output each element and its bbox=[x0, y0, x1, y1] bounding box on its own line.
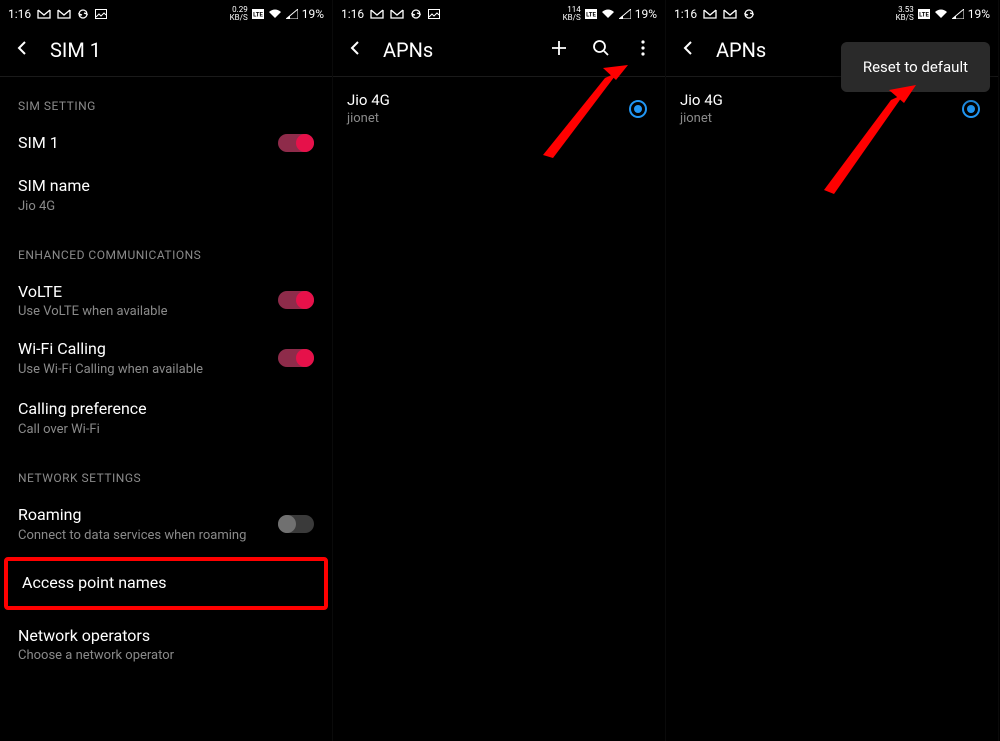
wifi-icon bbox=[268, 9, 282, 19]
volte-row[interactable]: VoLTE Use VoLTE when available bbox=[0, 272, 332, 330]
status-bar: 1:16 114KB/S LTE 19% bbox=[333, 0, 665, 24]
roaming-toggle[interactable] bbox=[278, 515, 314, 533]
back-icon[interactable] bbox=[678, 38, 698, 62]
gmail-icon bbox=[37, 9, 51, 19]
sim-name-row[interactable]: SIM name Jio 4G bbox=[0, 164, 332, 226]
status-bar: 1:16 3.53KB/S LTE 19% bbox=[666, 0, 998, 24]
add-icon[interactable] bbox=[549, 38, 569, 62]
gmail-icon bbox=[703, 9, 717, 19]
apn-row-highlight[interactable]: Access point names bbox=[4, 557, 328, 610]
wifi-calling-sub: Use Wi-Fi Calling when available bbox=[18, 362, 278, 377]
gmail-icon bbox=[57, 9, 71, 19]
apn-name: Jio 4G bbox=[680, 91, 962, 109]
svg-text:LTE: LTE bbox=[253, 12, 263, 19]
sim1-toggle-row[interactable]: SIM 1 bbox=[0, 123, 332, 164]
network-speed: 0.29KB/S bbox=[230, 6, 248, 22]
battery-percent: 19% bbox=[968, 7, 990, 21]
operators-row[interactable]: Network operators Choose a network opera… bbox=[0, 614, 332, 676]
search-icon[interactable] bbox=[591, 38, 611, 62]
network-speed: 3.53KB/S bbox=[896, 6, 914, 22]
signal-icon bbox=[286, 9, 298, 19]
operators-label: Network operators bbox=[18, 626, 314, 647]
app-bar: APNs bbox=[333, 24, 665, 76]
status-bar: 1:16 0.29KB/S LTE 19% bbox=[0, 0, 332, 24]
lte-icon: LTE bbox=[918, 9, 930, 19]
apn-name: Jio 4G bbox=[347, 91, 629, 109]
roaming-label: Roaming bbox=[18, 505, 278, 526]
wifi-calling-toggle[interactable] bbox=[278, 349, 314, 367]
wifi-calling-row[interactable]: Wi-Fi Calling Use Wi-Fi Calling when ava… bbox=[0, 329, 332, 387]
more-icon[interactable] bbox=[633, 38, 653, 62]
volte-toggle[interactable] bbox=[278, 291, 314, 309]
sim1-toggle[interactable] bbox=[278, 134, 314, 152]
back-icon[interactable] bbox=[12, 38, 32, 62]
sim1-label: SIM 1 bbox=[18, 133, 278, 154]
apn-radio[interactable] bbox=[962, 100, 980, 118]
status-time: 1:16 bbox=[341, 7, 364, 21]
battery-percent: 19% bbox=[302, 7, 324, 21]
wifi-icon bbox=[601, 9, 615, 19]
sim-name-label: SIM name bbox=[18, 176, 314, 197]
gmail-icon bbox=[370, 9, 384, 19]
back-icon[interactable] bbox=[345, 38, 365, 62]
calling-pref-row[interactable]: Calling preference Call over Wi-Fi bbox=[0, 387, 332, 449]
calling-pref-sub: Call over Wi-Fi bbox=[18, 422, 314, 437]
apn-radio[interactable] bbox=[629, 100, 647, 118]
apn-value: jionet bbox=[347, 111, 629, 126]
section-header-network: NETWORK SETTINGS bbox=[0, 449, 332, 495]
wifi-calling-label: Wi-Fi Calling bbox=[18, 339, 278, 360]
section-header-sim: SIM SETTING bbox=[0, 77, 332, 123]
menu-item-reset[interactable]: Reset to default bbox=[863, 58, 968, 76]
sync-icon bbox=[410, 8, 422, 20]
panel-apns-menu: 1:16 3.53KB/S LTE 19% APNs Jio 4G jionet… bbox=[666, 0, 999, 741]
svg-text:LTE: LTE bbox=[919, 12, 929, 19]
apn-value: jionet bbox=[680, 111, 962, 126]
battery-percent: 19% bbox=[635, 7, 657, 21]
overflow-menu: Reset to default bbox=[841, 42, 990, 92]
panel-apns: 1:16 114KB/S LTE 19% APNs Jio 4G jionet bbox=[333, 0, 666, 741]
gmail-icon bbox=[390, 9, 404, 19]
apn-label: Access point names bbox=[22, 573, 310, 594]
calling-pref-label: Calling preference bbox=[18, 399, 314, 420]
volte-label: VoLTE bbox=[18, 282, 278, 303]
svg-text:LTE: LTE bbox=[586, 12, 596, 19]
image-icon bbox=[95, 9, 107, 19]
roaming-sub: Connect to data services when roaming bbox=[18, 528, 278, 543]
page-title: SIM 1 bbox=[50, 38, 320, 62]
roaming-row[interactable]: Roaming Connect to data services when ro… bbox=[0, 495, 332, 553]
wifi-icon bbox=[934, 9, 948, 19]
gmail-icon bbox=[723, 9, 737, 19]
lte-icon: LTE bbox=[252, 9, 264, 19]
signal-icon bbox=[952, 9, 964, 19]
sync-icon bbox=[77, 8, 89, 20]
sim-name-value: Jio 4G bbox=[18, 199, 314, 214]
network-speed: 114KB/S bbox=[563, 6, 581, 22]
apn-list-item[interactable]: Jio 4G jionet bbox=[333, 77, 665, 140]
section-header-enhanced: ENHANCED COMMUNICATIONS bbox=[0, 226, 332, 272]
signal-icon bbox=[619, 9, 631, 19]
panel-sim-settings: 1:16 0.29KB/S LTE 19% SIM 1 SIM SETTING … bbox=[0, 0, 333, 741]
page-title: APNs bbox=[383, 38, 531, 62]
volte-sub: Use VoLTE when available bbox=[18, 304, 278, 319]
lte-icon: LTE bbox=[585, 9, 597, 19]
status-time: 1:16 bbox=[674, 7, 697, 21]
status-time: 1:16 bbox=[8, 7, 31, 21]
operators-sub: Choose a network operator bbox=[18, 648, 314, 663]
sync-icon bbox=[743, 8, 755, 20]
app-bar: SIM 1 bbox=[0, 24, 332, 76]
image-icon bbox=[428, 9, 440, 19]
